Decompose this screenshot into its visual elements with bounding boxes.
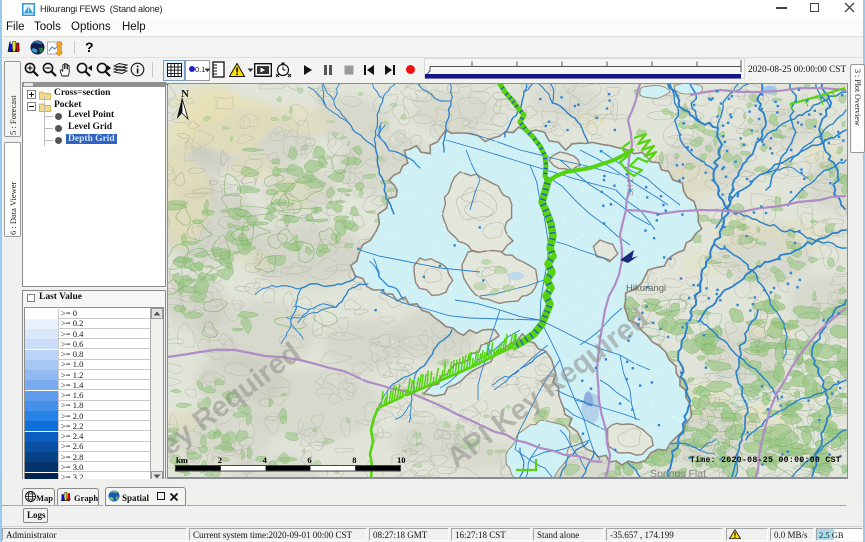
svg-text:Hikurangi: Hikurangi — [626, 283, 666, 294]
svg-text:4: 4 — [263, 455, 268, 465]
svg-text:8: 8 — [352, 455, 356, 465]
svg-text:Time: 2020-08-25 00:00:00 CST: Time: 2020-08-25 00:00:00 CST — [690, 455, 841, 465]
svg-text:10: 10 — [397, 455, 406, 465]
svg-text:km: km — [176, 455, 188, 465]
svg-text:Springs Flat: Springs Flat — [650, 468, 706, 477]
svg-text:SH 1: SH 1 — [626, 178, 635, 196]
svg-text:6: 6 — [307, 455, 311, 465]
svg-text:2: 2 — [218, 455, 222, 465]
